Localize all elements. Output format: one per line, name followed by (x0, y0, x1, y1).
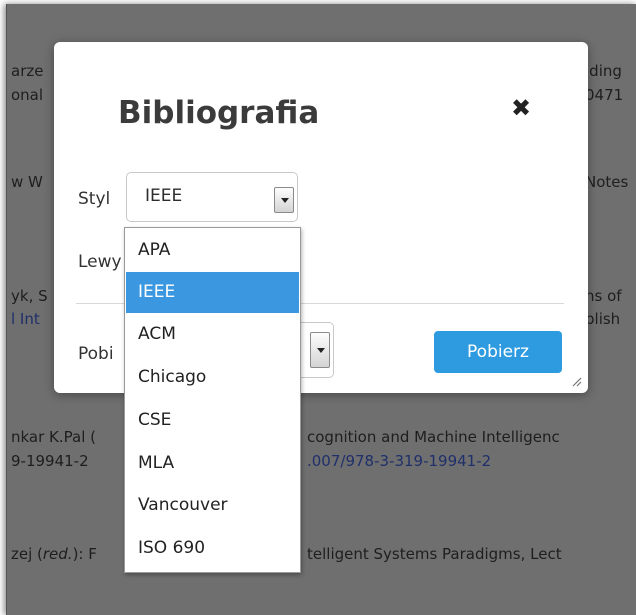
background-text: Notes (585, 173, 629, 191)
background-text: 9-19941-2 (11, 452, 89, 470)
background-text: zej ( (11, 545, 43, 563)
option-ieee[interactable]: IEEE (126, 272, 299, 313)
chevron-down-icon[interactable] (310, 332, 330, 368)
close-icon[interactable]: ✖ (510, 96, 532, 120)
background-text: yk, S (11, 287, 48, 305)
style-select-value: IEEE (145, 186, 183, 206)
left-label: Lewy (78, 252, 122, 272)
style-select[interactable]: IEEE (126, 172, 298, 222)
style-label: Styl (78, 189, 111, 209)
background-text: ns of (585, 287, 622, 305)
background-text: blish (585, 310, 621, 328)
style-dropdown-list: APA IEEE ACM Chicago CSE MLA Vancouver I… (124, 227, 301, 573)
doi-link[interactable]: .007/978-3-319-19941-2 (307, 452, 491, 470)
background-text: onal (11, 86, 44, 104)
background-text: 0471 (585, 86, 624, 104)
background-text: lding (585, 62, 622, 80)
download-label: Pobi (78, 344, 114, 364)
background-text: telligent Systems Paradigms, Lect (307, 545, 562, 563)
background-text: ): F (72, 545, 97, 563)
chevron-down-icon[interactable] (274, 187, 294, 213)
background-text: arze (11, 62, 44, 80)
background-link[interactable]: l Int (11, 310, 40, 328)
option-chicago[interactable]: Chicago (126, 357, 299, 398)
option-acm[interactable]: ACM (126, 314, 299, 355)
dialog-title: Bibliografia (118, 95, 320, 131)
background-text: nkar K.Pal ( (11, 428, 97, 446)
option-mla[interactable]: MLA (126, 443, 299, 484)
background-text: cognition and Machine Intelligenc (307, 428, 560, 446)
background-text: w W (11, 173, 43, 191)
download-button[interactable]: Pobierz (434, 331, 562, 373)
background-text: zej (red.): F (11, 545, 97, 563)
background-text: red. (42, 545, 73, 563)
resize-handle-icon[interactable] (572, 377, 582, 387)
option-iso-690[interactable]: ISO 690 (126, 528, 299, 569)
option-vancouver[interactable]: Vancouver (126, 485, 299, 526)
option-apa[interactable]: APA (126, 230, 299, 271)
option-cse[interactable]: CSE (126, 400, 299, 441)
